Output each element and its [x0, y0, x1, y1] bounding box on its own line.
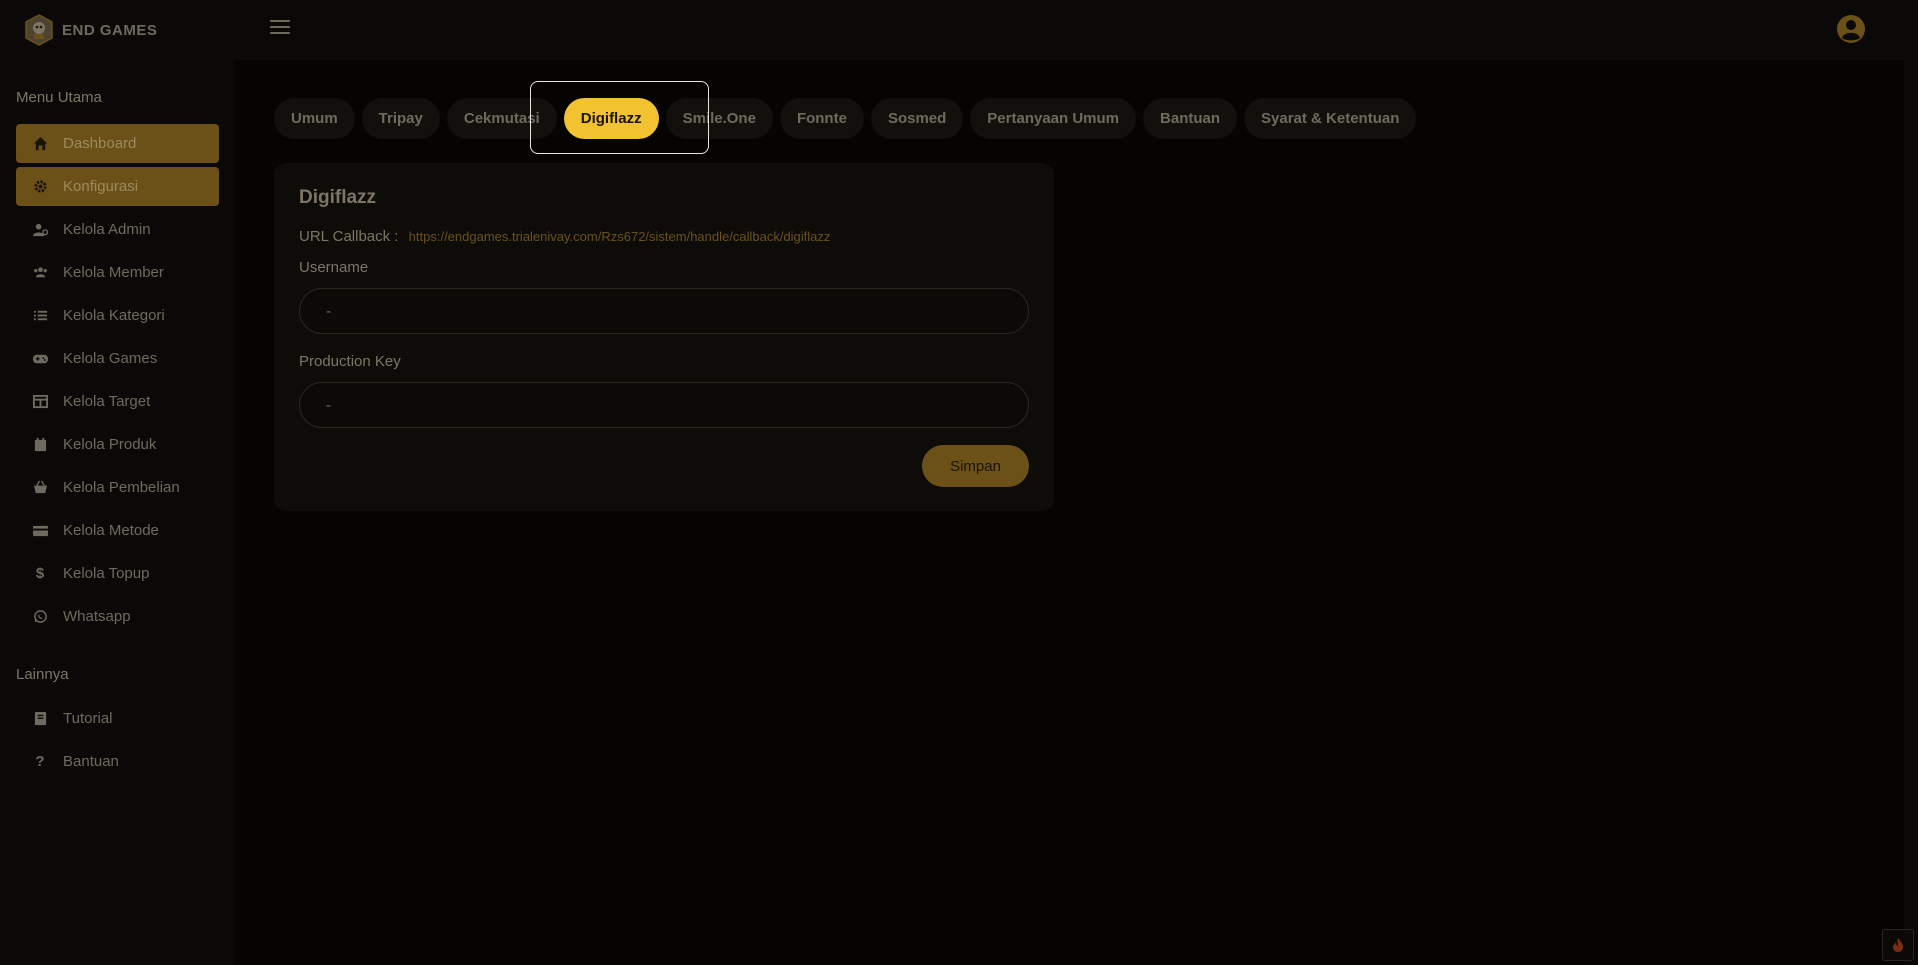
- sidebar-item-kelola-produk[interactable]: Kelola Produk: [16, 425, 219, 464]
- sidebar-item-label: Kelola Pembelian: [63, 479, 180, 496]
- sidebar-item-label: Kelola Target: [63, 393, 151, 410]
- tab-pertanyaan-umum[interactable]: Pertanyaan Umum: [970, 98, 1137, 139]
- sidebar-item-kelola-target[interactable]: Kelola Target: [16, 382, 219, 421]
- callback-row: URL Callback : https://endgames.trialeni…: [299, 228, 830, 245]
- user-avatar-icon[interactable]: [1836, 14, 1866, 44]
- card-icon: [31, 522, 49, 540]
- sidebar-item-label: Whatsapp: [63, 608, 131, 625]
- book-icon: [31, 710, 49, 728]
- sidebar-item-kelola-pembelian[interactable]: Kelola Pembelian: [16, 468, 219, 507]
- lainnya-title: Lainnya: [16, 666, 69, 683]
- production-key-value: -: [326, 396, 331, 414]
- sidebar-item-tutorial[interactable]: Tutorial: [16, 699, 219, 738]
- sidebar-item-bantuan[interactable]: ? Bantuan: [16, 742, 219, 781]
- sidebar-item-kelola-admin[interactable]: Kelola Admin: [16, 210, 219, 249]
- sidebar-item-label: Bantuan: [63, 753, 119, 770]
- sidebar-item-kelola-member[interactable]: Kelola Member: [16, 253, 219, 292]
- sidebar-item-label: Kelola Member: [63, 264, 164, 281]
- sidebar-item-konfigurasi[interactable]: Konfigurasi: [16, 167, 219, 206]
- other-nav: Tutorial ? Bantuan: [16, 699, 219, 785]
- sidebar-item-kelola-topup[interactable]: $ Kelola Topup: [16, 554, 219, 593]
- scrollbar[interactable]: [1904, 0, 1918, 965]
- username-input[interactable]: -: [299, 288, 1029, 334]
- user-gear-icon: [31, 221, 49, 239]
- sidebar-item-label: Kelola Kategori: [63, 307, 165, 324]
- production-key-input[interactable]: -: [299, 382, 1029, 428]
- sidebar-item-label: Konfigurasi: [63, 178, 139, 195]
- basket-icon: [31, 479, 49, 497]
- tab-smile-one[interactable]: Smile.One: [665, 98, 773, 139]
- users-icon: [31, 264, 49, 282]
- tab-fonnte[interactable]: Fonnte: [779, 98, 864, 139]
- tab-bantuan[interactable]: Bantuan: [1143, 98, 1238, 139]
- config-tabs: Umum Tripay Cekmutasi Digiflazz Smile.On…: [274, 98, 1417, 139]
- sidebar-item-label: Kelola Produk: [63, 436, 157, 453]
- username-label: Username: [299, 259, 369, 276]
- sidebar-item-label: Kelola Topup: [63, 565, 150, 582]
- sidebar-item-kelola-metode[interactable]: Kelola Metode: [16, 511, 219, 550]
- tab-tripay[interactable]: Tripay: [361, 98, 440, 139]
- sidebar-item-whatsapp[interactable]: Whatsapp: [16, 597, 219, 636]
- tab-umum[interactable]: Umum: [274, 98, 355, 139]
- sidebar: END GAMES Menu Utama Dashboard Konfigura…: [0, 0, 234, 965]
- sidebar-item-label: Dashboard: [63, 135, 137, 152]
- dollar-icon: $: [35, 565, 45, 582]
- sidebar-item-label: Kelola Metode: [63, 522, 159, 539]
- brand[interactable]: END GAMES: [22, 12, 157, 48]
- tab-sosmed[interactable]: Sosmed: [870, 98, 964, 139]
- save-button[interactable]: Simpan: [922, 445, 1029, 487]
- main-nav: Dashboard Konfigurasi Kelola Admin Kelol…: [16, 124, 219, 640]
- logo-icon: [25, 14, 53, 46]
- sidebar-item-label: Kelola Games: [63, 350, 158, 367]
- digiflazz-card: Digiflazz URL Callback : https://endgame…: [274, 163, 1054, 511]
- callback-url: https://endgames.trialenivay.com/Rzs672/…: [408, 229, 831, 244]
- hamburger-menu-icon[interactable]: [270, 20, 290, 40]
- sidebar-item-kelola-games[interactable]: Kelola Games: [16, 339, 219, 378]
- menu-utama-title: Menu Utama: [16, 89, 102, 106]
- question-icon: ?: [35, 753, 45, 770]
- gear-icon: [31, 178, 49, 196]
- whatsapp-icon: [31, 608, 49, 626]
- username-value: -: [326, 302, 331, 320]
- sidebar-item-label: Tutorial: [63, 710, 113, 727]
- brand-name: END GAMES: [62, 21, 158, 39]
- card-title: Digiflazz: [299, 187, 377, 208]
- calendar-icon: [31, 436, 49, 454]
- sidebar-item-kelola-kategori[interactable]: Kelola Kategori: [16, 296, 219, 335]
- table-icon: [31, 393, 49, 411]
- topbar: [234, 0, 1918, 60]
- callback-label: URL Callback :: [299, 228, 399, 245]
- production-key-label: Production Key: [299, 353, 401, 370]
- home-icon: [31, 135, 49, 153]
- gamepad-icon: [31, 350, 49, 368]
- list-icon: [31, 307, 49, 325]
- tab-syarat-ketentuan[interactable]: Syarat & Ketentuan: [1244, 98, 1417, 139]
- flame-icon[interactable]: [1882, 929, 1914, 961]
- tab-cekmutasi[interactable]: Cekmutasi: [446, 98, 557, 139]
- tab-digiflazz[interactable]: Digiflazz: [563, 98, 659, 139]
- sidebar-item-label: Kelola Admin: [63, 221, 151, 238]
- sidebar-item-dashboard[interactable]: Dashboard: [16, 124, 219, 163]
